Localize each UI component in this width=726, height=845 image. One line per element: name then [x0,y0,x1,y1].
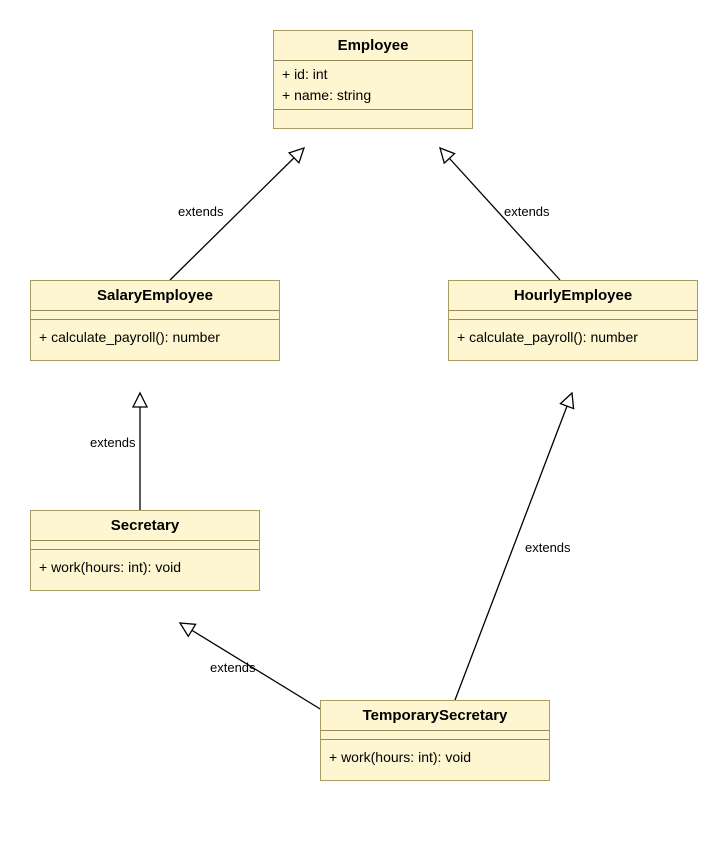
class-employee-attrs: + id: int + name: string [274,61,472,110]
class-hourlyemployee: HourlyEmployee + calculate_payroll(): nu… [448,280,698,361]
label-extends-tempsec-hourly: extends [525,540,571,555]
class-employee-title: Employee [274,31,472,61]
class-salaryemployee-attrs [31,311,279,320]
class-hourlyemployee-methods: + calculate_payroll(): number [449,320,697,360]
class-temporarysecretary-attrs [321,731,549,740]
class-secretary-attrs [31,541,259,550]
class-secretary: Secretary + work(hours: int): void [30,510,260,591]
class-hourlyemployee-attrs [449,311,697,320]
class-salaryemployee-title: SalaryEmployee [31,281,279,311]
class-secretary-methods: + work(hours: int): void [31,550,259,590]
label-extends-tempsec-secretary: extends [210,660,256,675]
class-salaryemployee-method: + calculate_payroll(): number [39,326,271,348]
class-temporarysecretary-methods: + work(hours: int): void [321,740,549,780]
class-temporarysecretary: TemporarySecretary + work(hours: int): v… [320,700,550,781]
label-extends-secretary-salary: extends [90,435,136,450]
class-secretary-method: + work(hours: int): void [39,556,251,578]
class-employee-attr: + id: int [282,64,464,85]
class-hourlyemployee-method: + calculate_payroll(): number [457,326,689,348]
class-employee: Employee + id: int + name: string [273,30,473,129]
class-salaryemployee-methods: + calculate_payroll(): number [31,320,279,360]
class-secretary-title: Secretary [31,511,259,541]
class-employee-methods [274,110,472,128]
class-hourlyemployee-title: HourlyEmployee [449,281,697,311]
class-employee-attr: + name: string [282,85,464,106]
class-temporarysecretary-method: + work(hours: int): void [329,746,541,768]
class-salaryemployee: SalaryEmployee + calculate_payroll(): nu… [30,280,280,361]
class-temporarysecretary-title: TemporarySecretary [321,701,549,731]
label-extends-hourly-employee: extends [504,204,550,219]
label-extends-salary-employee: extends [178,204,224,219]
